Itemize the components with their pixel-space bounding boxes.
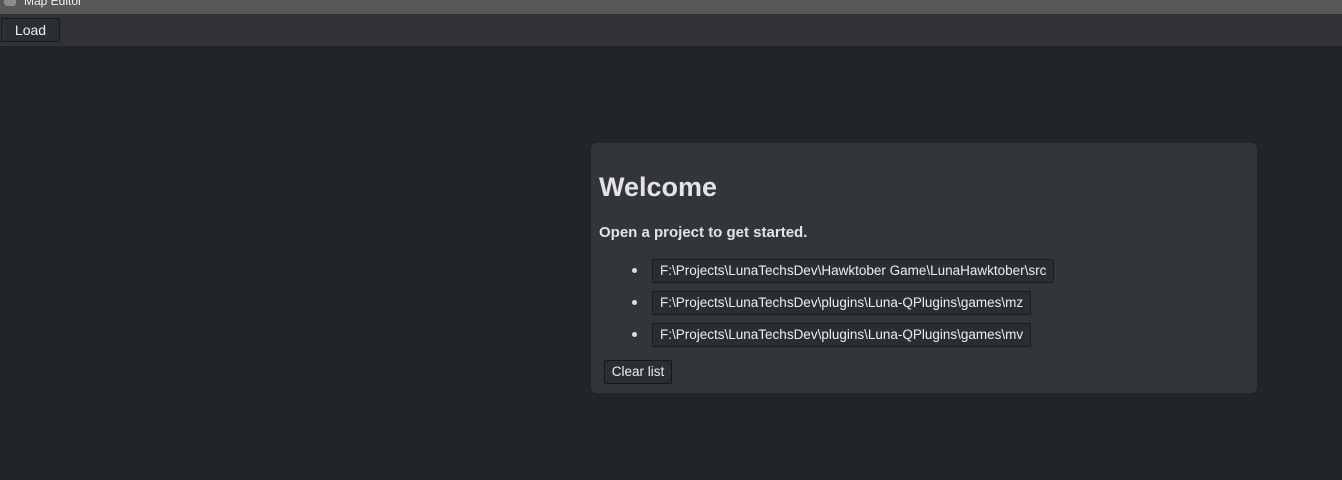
- welcome-subtitle: Open a project to get started.: [599, 224, 808, 241]
- recent-project-button[interactable]: F:\Projects\LunaTechsDev\plugins\Luna-QP…: [652, 291, 1032, 315]
- clear-list-button[interactable]: Clear list: [604, 360, 672, 384]
- window-title: Map Editor: [24, 0, 83, 8]
- list-bullet: [632, 268, 637, 273]
- welcome-panel: Welcome Open a project to get started. F…: [591, 143, 1257, 393]
- toolbar: Load: [0, 14, 1342, 46]
- load-button[interactable]: Load: [1, 18, 60, 42]
- title-bar: Map Editor: [0, 0, 1342, 14]
- list-bullet: [632, 332, 637, 337]
- welcome-heading: Welcome: [599, 172, 718, 202]
- list-bullet: [632, 300, 637, 305]
- recent-project-button[interactable]: F:\Projects\LunaTechsDev\Hawktober Game\…: [652, 259, 1055, 283]
- app-icon: [4, 0, 16, 6]
- recent-project-button[interactable]: F:\Projects\LunaTechsDev\plugins\Luna-QP…: [652, 323, 1032, 347]
